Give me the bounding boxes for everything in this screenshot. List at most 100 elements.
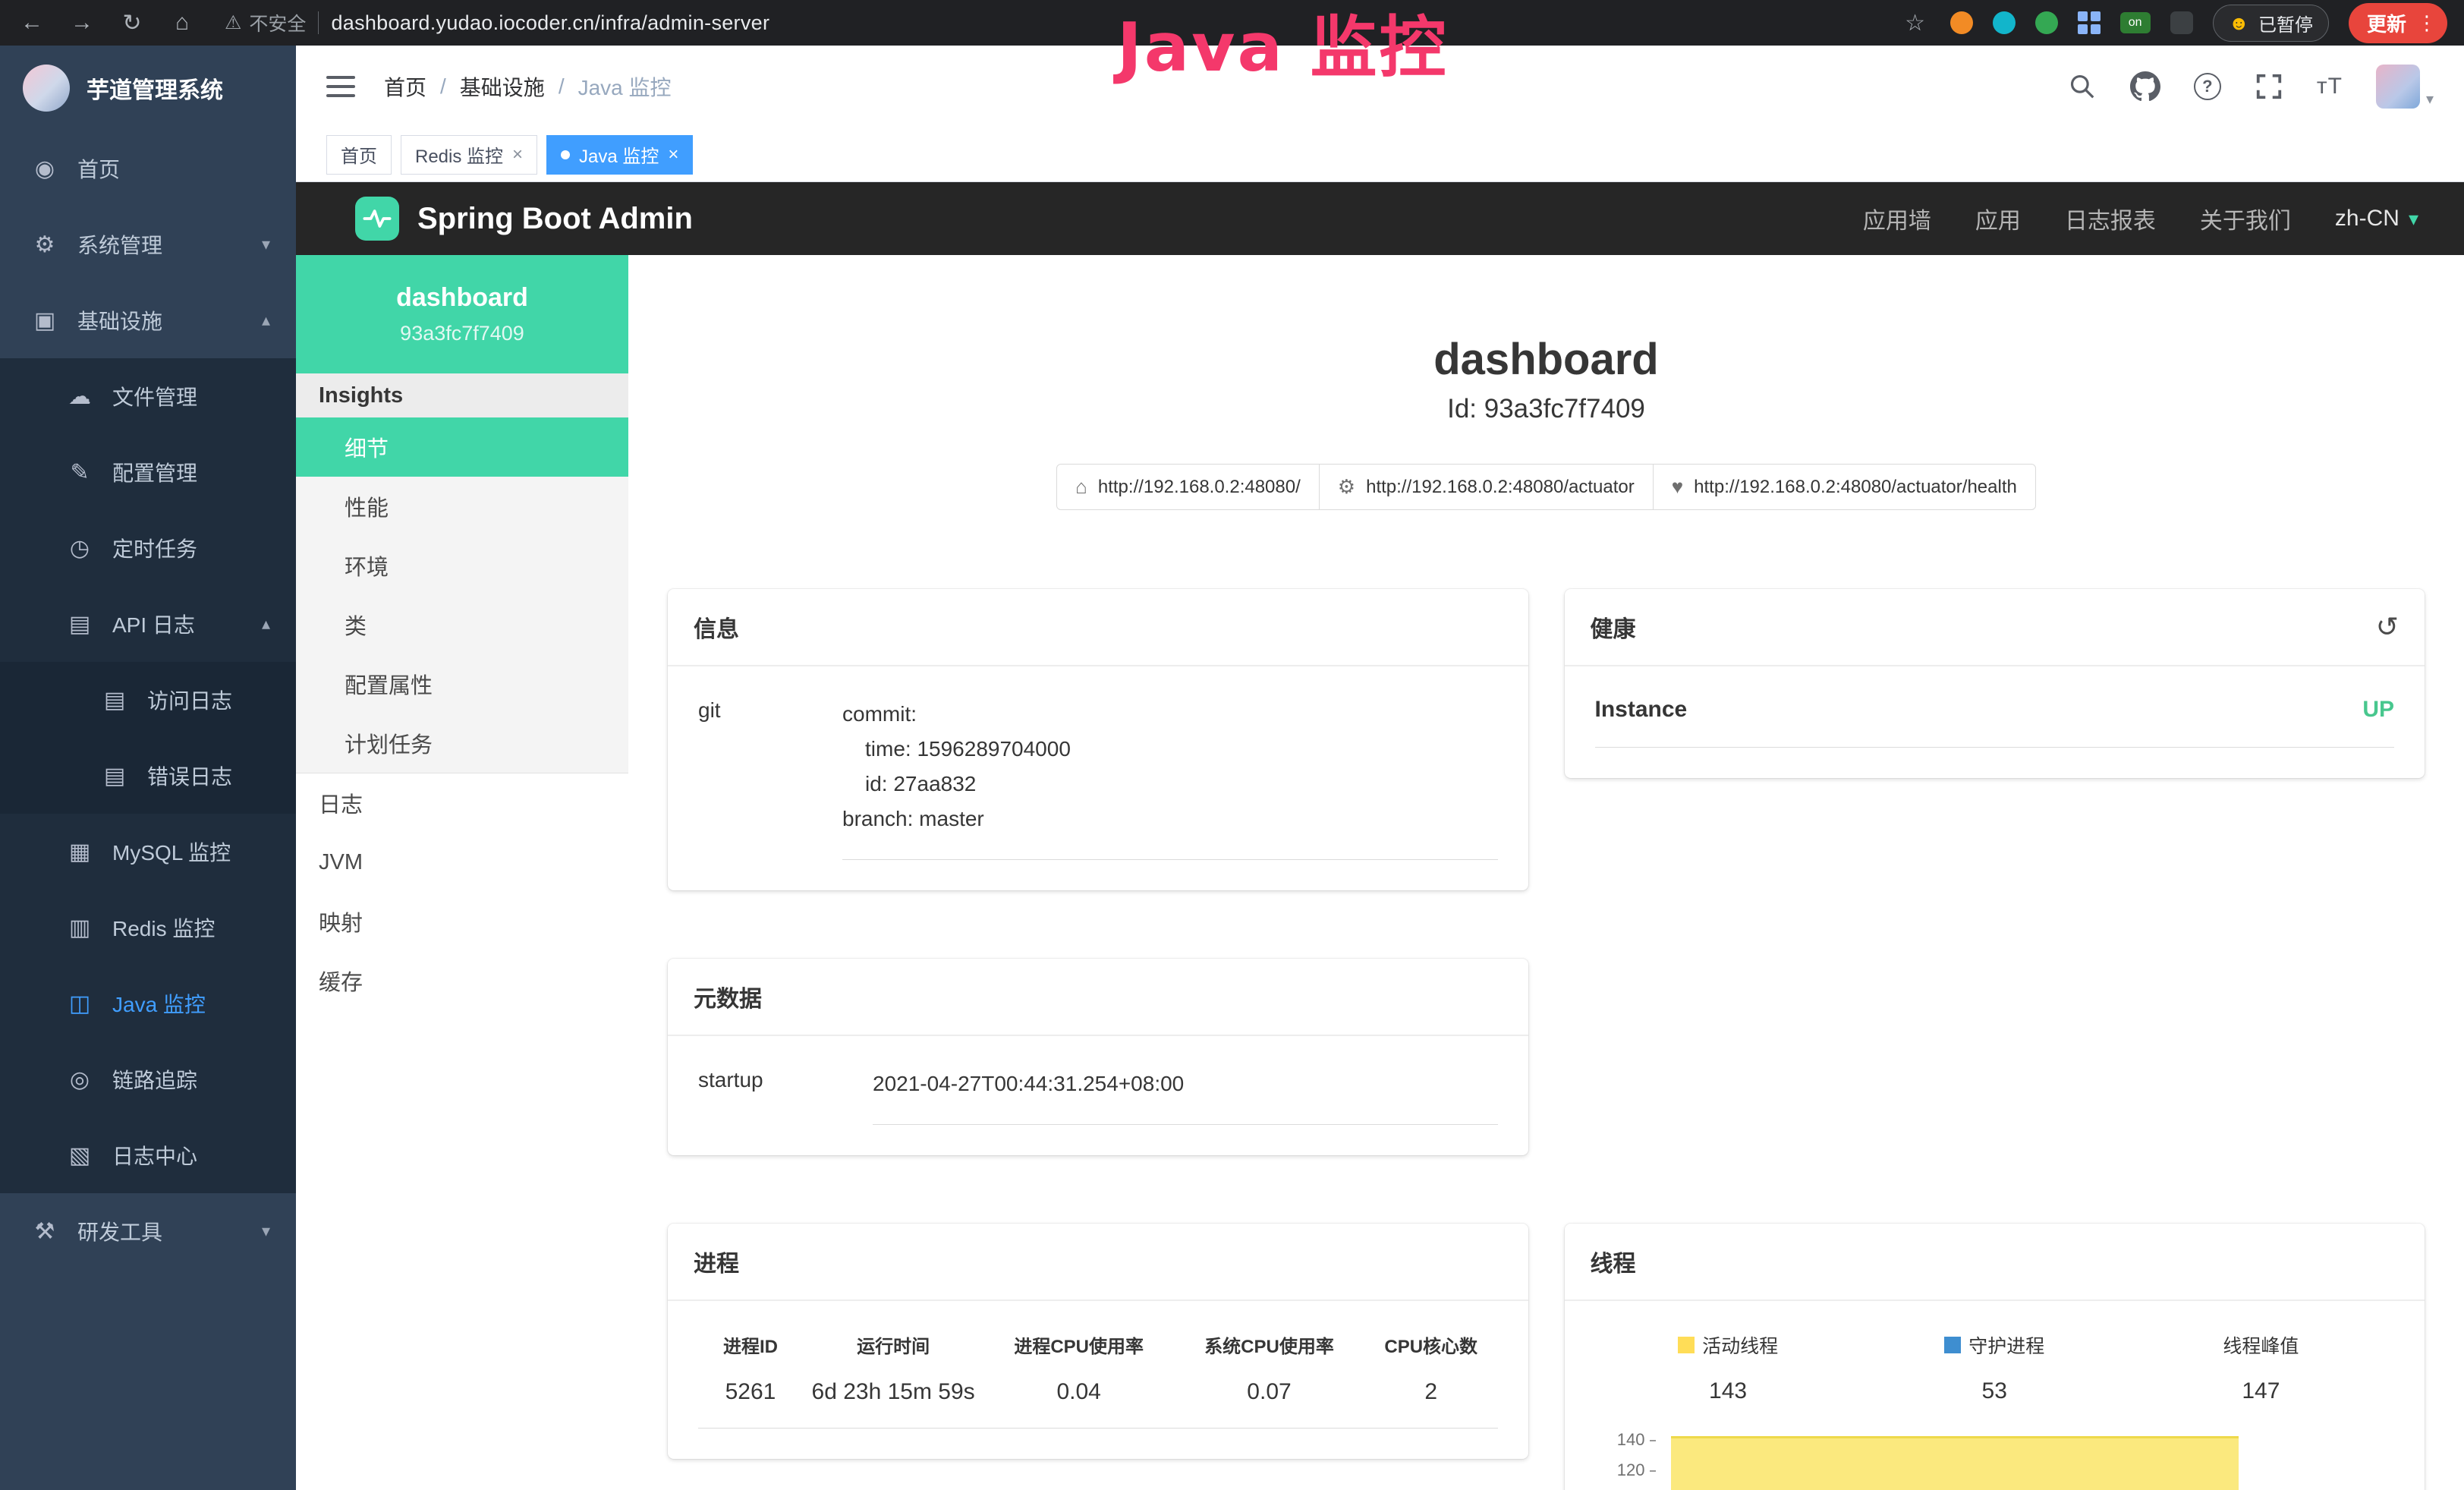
font-size-icon[interactable]: тT <box>2317 74 2343 99</box>
extensions-puzzle-icon[interactable] <box>2170 11 2193 34</box>
reload-button[interactable]: ↻ <box>117 10 147 36</box>
instance-header[interactable]: dashboard 93a3fc7f7409 <box>296 255 628 373</box>
log-icon: ▤ <box>65 611 94 638</box>
instance-links: ⌂ http://192.168.0.2:48080/ ⚙ http://192… <box>668 464 2425 510</box>
sidebar-item-redis[interactable]: ▥ Redis 监控 <box>0 890 296 966</box>
sidebar-item-home[interactable]: ◉ 首页 <box>0 131 296 206</box>
sba-item-details[interactable]: 细节 <box>296 417 628 477</box>
threads-chart: 140 120 100 <box>1595 1430 2395 1490</box>
health-instance-label: Instance <box>1595 697 1688 723</box>
sidebar-item-trace[interactable]: ◎ 链路追踪 <box>0 1041 296 1117</box>
tab-java[interactable]: Java 监控 × <box>546 135 693 175</box>
sidebar-item-label: API 日志 <box>112 609 195 639</box>
sidebar-item-java[interactable]: ◫ Java 监控 <box>0 966 296 1041</box>
y-tick: 120 <box>1595 1460 1656 1480</box>
sba-link-about[interactable]: 关于我们 <box>2200 202 2291 235</box>
locale-select[interactable]: zh-CN ▾ <box>2335 206 2418 232</box>
breadcrumb-separator: / <box>440 74 446 99</box>
link-service-url[interactable]: ⌂ http://192.168.0.2:48080/ <box>1056 464 1320 510</box>
sba-link-applications[interactable]: 应用 <box>1975 202 2021 235</box>
extension-icon-grid[interactable] <box>2078 11 2101 34</box>
url-text[interactable]: dashboard.yudao.iocoder.cn/infra/admin-s… <box>331 11 769 35</box>
sba-item-classes[interactable]: 类 <box>296 595 628 654</box>
link-health-url[interactable]: ♥ http://192.168.0.2:48080/actuator/heal… <box>1653 464 2036 510</box>
sidebar-item-file[interactable]: ☁ 文件管理 <box>0 358 296 434</box>
java-monitor-icon: ◫ <box>65 991 94 1017</box>
browser-menu-icon[interactable]: ⋮ <box>2417 11 2437 35</box>
health-card-title: 健康 <box>1591 610 1636 644</box>
paused-label: 已暂停 <box>2258 10 2313 36</box>
status-badge: UP <box>2362 697 2394 723</box>
sba-logo-icon <box>355 197 399 241</box>
sidebar-item-error-log[interactable]: ▤ 错误日志 <box>0 738 296 814</box>
sidebar-item-access-log[interactable]: ▤ 访问日志 <box>0 662 296 738</box>
close-icon[interactable]: × <box>668 144 678 165</box>
database-icon: ▥ <box>65 915 94 941</box>
chevron-down-icon: ▾ <box>262 235 270 254</box>
breadcrumb: 首页 / 基础设施 / Java 监控 <box>384 71 672 102</box>
extension-icon-on-badge[interactable]: on <box>2120 12 2151 33</box>
legend-live: 活动线程 <box>1595 1331 1861 1359</box>
legend-yellow-swatch <box>1678 1337 1695 1353</box>
tab-home[interactable]: 首页 <box>326 135 392 175</box>
sidebar-item-api-log[interactable]: ▤ API 日志 ▴ <box>0 586 296 662</box>
forward-button[interactable]: → <box>67 10 97 36</box>
link-label: http://192.168.0.2:48080/actuator <box>1366 477 1635 498</box>
hamburger-icon[interactable] <box>326 76 355 97</box>
insights-list: 细节 性能 环境 类 配置属性 计划任务 <box>296 417 628 773</box>
sidebar-item-label: Java 监控 <box>112 988 206 1019</box>
info-line: time: 1596289704000 <box>842 732 1498 767</box>
table-icon: ▦ <box>65 839 94 865</box>
info-key: git <box>698 697 842 860</box>
sba-item-configprops[interactable]: 配置属性 <box>296 654 628 713</box>
sidebar-item-job[interactable]: ◷ 定时任务 <box>0 510 296 586</box>
paused-badge[interactable]: ☻ 已暂停 <box>2213 5 2329 42</box>
search-icon[interactable] <box>2068 72 2097 101</box>
y-tick: 140 <box>1595 1430 1656 1450</box>
sidebar-item-system[interactable]: ⚙ 系统管理 ▾ <box>0 206 296 282</box>
sba-item-jvm[interactable]: JVM <box>296 833 628 892</box>
info-card-body: git commit: time: 1596289704000 id: 27aa… <box>668 666 1528 890</box>
update-button[interactable]: 更新 ⋮ <box>2349 3 2447 43</box>
metadata-value: 2021-04-27T00:44:31.254+08:00 <box>873 1066 1498 1125</box>
github-icon[interactable] <box>2130 71 2160 102</box>
help-icon[interactable]: ? <box>2194 73 2221 100</box>
extension-icon-green[interactable] <box>2035 11 2058 34</box>
sba-item-environment[interactable]: 环境 <box>296 536 628 595</box>
link-actuator-url[interactable]: ⚙ http://192.168.0.2:48080/actuator <box>1319 464 1654 510</box>
history-icon[interactable]: ↺ <box>2376 613 2399 641</box>
tab-redis[interactable]: Redis 监控 × <box>401 135 537 175</box>
sba-link-wallboard[interactable]: 应用墙 <box>1863 202 1931 235</box>
user-menu[interactable]: ▾ <box>2376 65 2434 109</box>
close-icon[interactable]: × <box>512 144 523 165</box>
avatar[interactable] <box>2376 65 2420 109</box>
main-column: 首页 / 基础设施 / Java 监控 <box>296 46 2464 1490</box>
sba-brand[interactable]: Spring Boot Admin <box>355 197 693 241</box>
sidebar-item-config[interactable]: ✎ 配置管理 <box>0 434 296 510</box>
sidebar-item-dev-tools[interactable]: ⚒ 研发工具 ▾ <box>0 1193 296 1269</box>
address-bar[interactable]: ⚠ 不安全 dashboard.yudao.iocoder.cn/infra/a… <box>225 9 769 36</box>
fullscreen-icon[interactable] <box>2255 72 2283 101</box>
tag-tabs-bar: 首页 Redis 监控 × Java 监控 × <box>296 128 2464 182</box>
legend-label: 活动线程 <box>1702 1331 1778 1359</box>
back-button[interactable]: ← <box>17 10 47 36</box>
extension-icon-teal[interactable] <box>1993 11 2016 34</box>
tools-icon: ⚒ <box>30 1218 59 1245</box>
sba-item-logs[interactable]: 日志 <box>296 773 628 833</box>
sba-nav-links: 应用墙 应用 日志报表 关于我们 zh-CN ▾ <box>1863 202 2418 235</box>
bookmark-star-icon[interactable]: ☆ <box>1900 10 1931 36</box>
sidebar-item-mysql[interactable]: ▦ MySQL 监控 <box>0 814 296 890</box>
breadcrumb-home[interactable]: 首页 <box>384 71 426 102</box>
sba-item-metrics[interactable]: 性能 <box>296 477 628 536</box>
sba-item-scheduled[interactable]: 计划任务 <box>296 713 628 773</box>
extension-icon-orange[interactable] <box>1950 11 1973 34</box>
browser-home-button[interactable]: ⌂ <box>167 10 197 36</box>
insights-section-label: Insights <box>296 373 628 417</box>
sba-item-caches[interactable]: 缓存 <box>296 951 628 1010</box>
sba-link-journal[interactable]: 日志报表 <box>2065 202 2156 235</box>
sba-item-mappings[interactable]: 映射 <box>296 892 628 951</box>
breadcrumb-infra[interactable]: 基础设施 <box>460 71 545 102</box>
security-warning[interactable]: ⚠ 不安全 <box>225 9 306 36</box>
sidebar-item-log-center[interactable]: ▧ 日志中心 <box>0 1117 296 1193</box>
sidebar-item-infra[interactable]: ▣ 基础设施 ▴ <box>0 282 296 358</box>
